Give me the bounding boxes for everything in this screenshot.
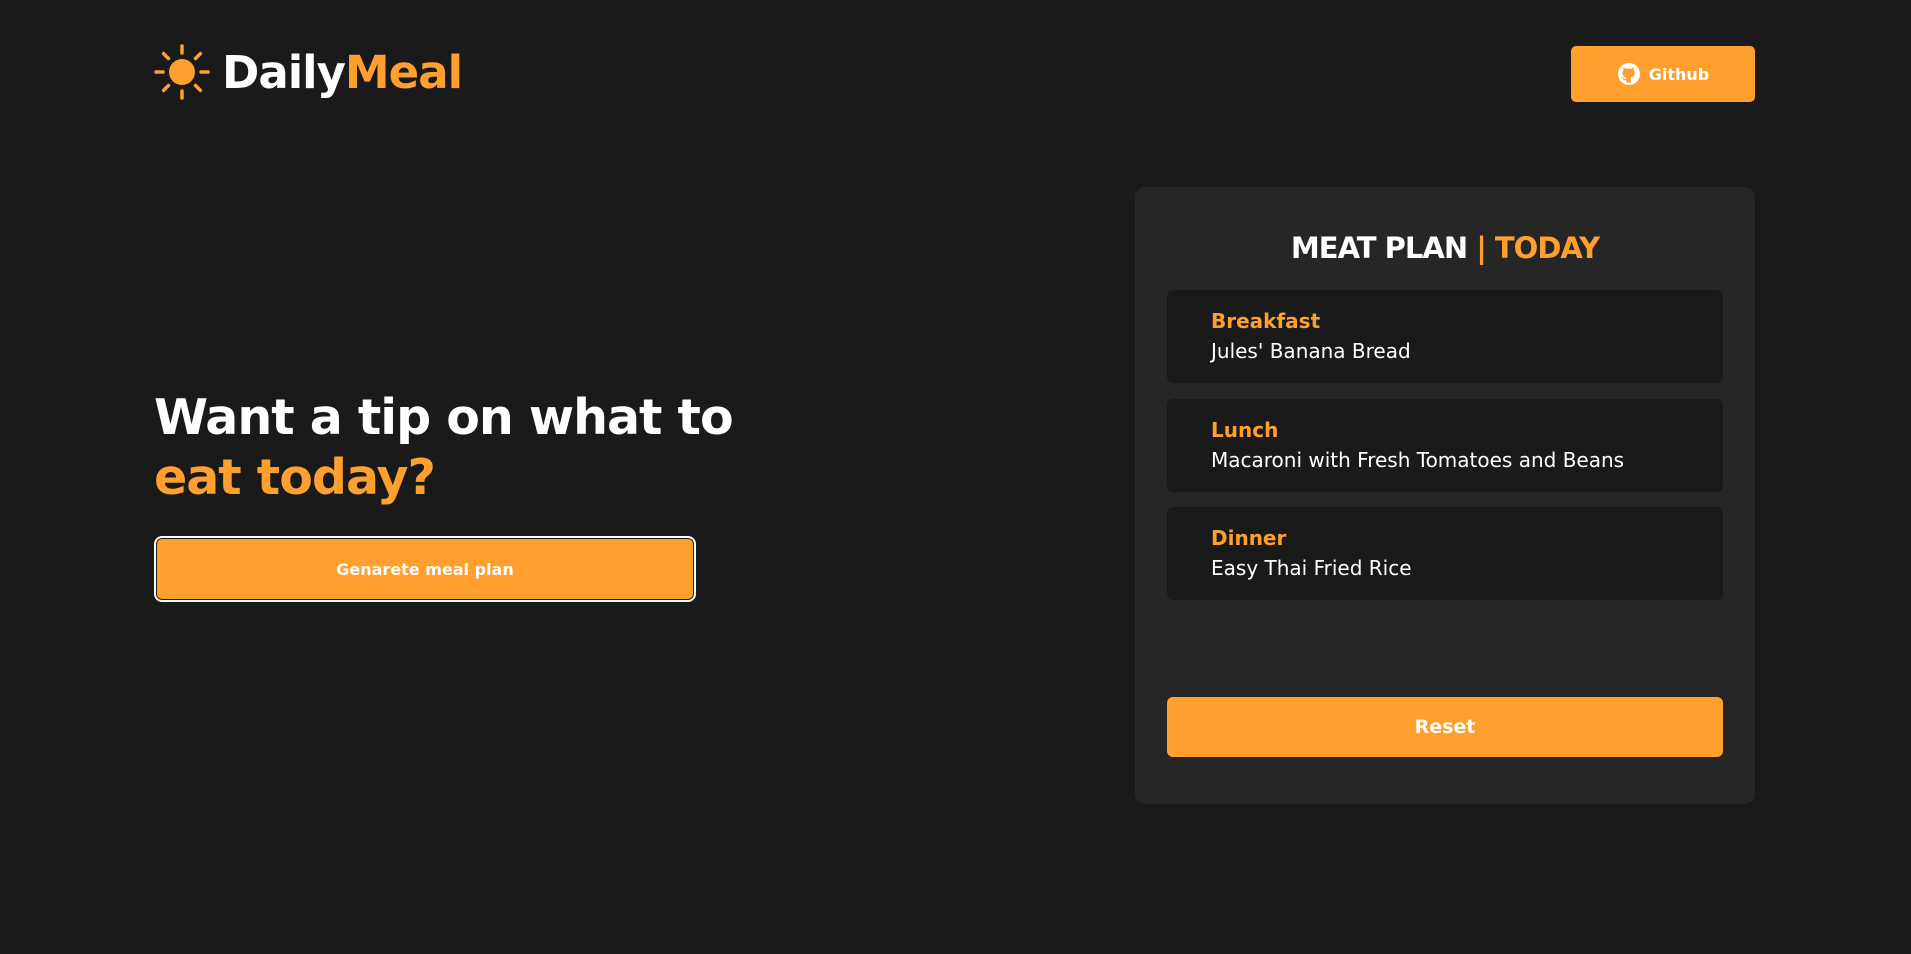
meal-name: Easy Thai Fried Rice	[1211, 556, 1412, 580]
meal-plan-card: MEAT PLAN | TODAY Breakfast Jules' Banan…	[1135, 187, 1755, 804]
page: DailyMeal Github Want a tip on what to e…	[0, 0, 1911, 954]
meal-name: Macaroni with Fresh Tomatoes and Beans	[1211, 448, 1625, 472]
hero-title: Want a tip on what to eat today?	[154, 388, 734, 508]
meal-item-lunch: Lunch Macaroni with Fresh Tomatoes and B…	[1167, 399, 1723, 492]
hero-title-line1: Want a tip on what to	[154, 389, 734, 446]
generate-meal-plan-button[interactable]: Genarete meal plan	[154, 536, 696, 602]
meal-item-breakfast: Breakfast Jules' Banana Bread	[1167, 290, 1723, 383]
meal-plan-title-main: MEAT PLAN	[1290, 231, 1468, 265]
github-button-label: Github	[1648, 64, 1710, 84]
meal-label: Lunch	[1211, 418, 1279, 442]
reset-button[interactable]: Reset	[1167, 697, 1723, 757]
github-icon	[1617, 62, 1641, 86]
meal-item-dinner: Dinner Easy Thai Fried Rice	[1167, 507, 1723, 600]
hero-title-line2: eat today?	[154, 449, 436, 506]
logo-word-daily: Daily	[222, 45, 346, 99]
meal-plan-title-accent: | TODAY	[1476, 231, 1600, 265]
meal-plan-title: MEAT PLAN | TODAY	[1135, 231, 1755, 265]
logo-text: DailyMeal	[222, 50, 463, 95]
logo-word-meal: Meal	[344, 45, 463, 99]
github-button[interactable]: Github	[1571, 46, 1755, 102]
meal-name: Jules' Banana Bread	[1211, 339, 1411, 363]
sun-icon	[154, 44, 210, 100]
logo[interactable]: DailyMeal	[154, 44, 463, 100]
meal-label: Breakfast	[1211, 309, 1321, 333]
meal-label: Dinner	[1211, 526, 1287, 550]
